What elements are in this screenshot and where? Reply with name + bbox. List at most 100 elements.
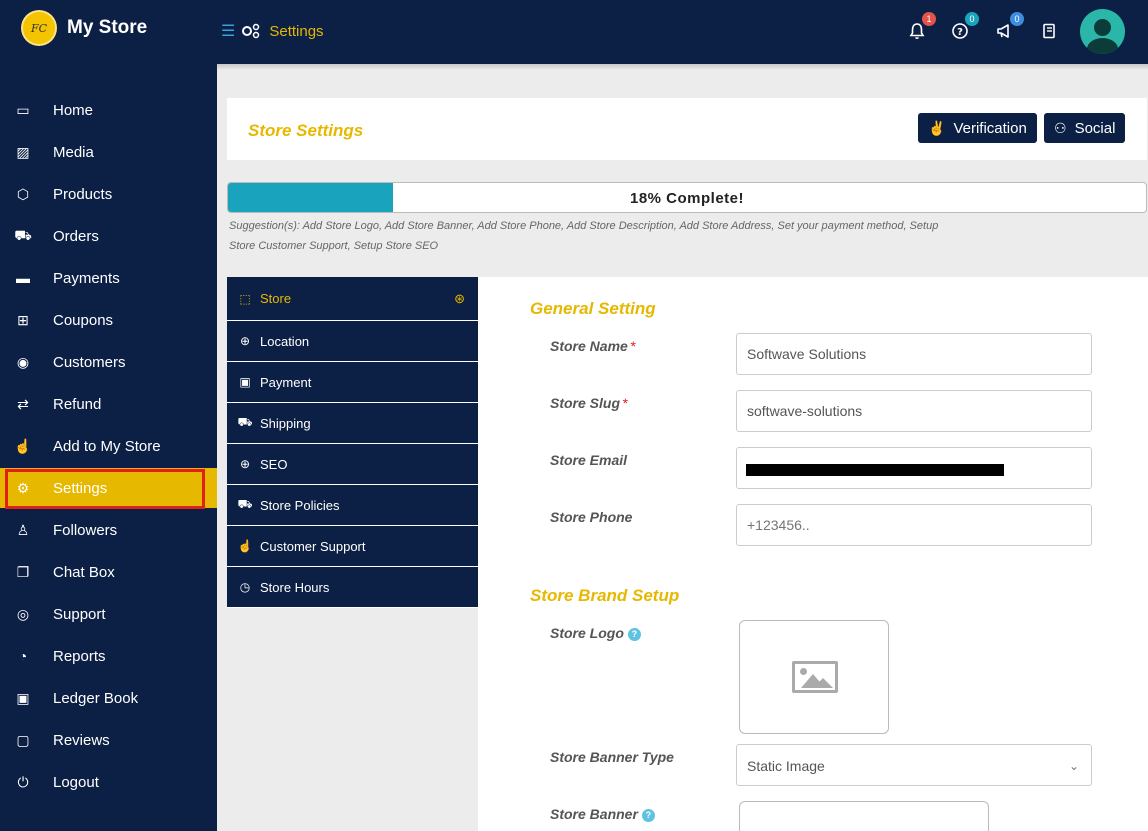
verification-label: Verification bbox=[953, 119, 1027, 137]
general-setting-title: General Setting bbox=[530, 299, 656, 318]
brand-name: My Store bbox=[67, 17, 148, 38]
sidebar-item-logout[interactable]: ⏻ Logout bbox=[0, 762, 217, 802]
info-icon[interactable]: ? bbox=[641, 808, 655, 822]
social-label: Social bbox=[1074, 119, 1116, 137]
redacted-email bbox=[746, 464, 1004, 476]
tab-label: Store bbox=[260, 291, 292, 306]
cogs-icon bbox=[242, 23, 260, 39]
shopping-bag-icon: ⬚ bbox=[239, 291, 251, 306]
tab-customer-support[interactable]: ☝ Customer Support bbox=[227, 526, 478, 567]
hamburger-icon[interactable]: ☰ bbox=[221, 21, 235, 41]
sidebar-item-label: Followers bbox=[53, 521, 118, 539]
store-banner-upload[interactable] bbox=[739, 801, 989, 831]
globe-icon: ⊕ bbox=[239, 334, 251, 348]
help-icon[interactable]: ? 0 bbox=[949, 12, 979, 42]
settings-form: General Setting Store Name* Store Slug* … bbox=[478, 277, 1148, 831]
sidebar-item-media[interactable]: ▨ Media bbox=[0, 132, 217, 172]
image-icon: ▨ bbox=[16, 143, 30, 160]
page-title: Store Settings bbox=[248, 121, 364, 140]
tab-label: Location bbox=[260, 333, 310, 349]
notebook-icon[interactable] bbox=[1038, 20, 1060, 42]
brand-setup-title: Store Brand Setup bbox=[530, 586, 680, 605]
required-mark: * bbox=[629, 338, 636, 354]
sidebar-item-settings[interactable]: ⚙ Settings bbox=[0, 468, 217, 509]
megaphone-icon[interactable]: 0 bbox=[994, 12, 1024, 42]
selection-highlight bbox=[5, 469, 205, 509]
brand[interactable]: FC My Store bbox=[21, 10, 147, 46]
child-icon: ♙ bbox=[16, 521, 30, 538]
store-phone-input[interactable] bbox=[736, 504, 1092, 546]
gift-icon: ⊞ bbox=[17, 311, 29, 328]
settings-header: Store Settings ✌ Verification ⚇ Social bbox=[227, 98, 1147, 160]
sidebar-item-followers[interactable]: ♙ Followers bbox=[0, 510, 217, 550]
active-indicator-icon: ⊛ bbox=[454, 291, 465, 306]
sidebar-item-label: Reviews bbox=[53, 731, 110, 749]
sidebar-item-refund[interactable]: ⇄ Refund bbox=[0, 384, 217, 424]
tab-shipping[interactable]: ⛟ Shipping bbox=[227, 403, 478, 444]
breadcrumb-label[interactable]: Settings bbox=[269, 23, 323, 40]
sidebar-item-orders[interactable]: ⛟ Orders bbox=[0, 216, 217, 256]
notification-badge: 1 bbox=[922, 12, 936, 26]
avatar-body bbox=[1087, 38, 1118, 54]
tab-location[interactable]: ⊕ Location bbox=[227, 321, 478, 362]
sidebar-item-customers[interactable]: ◉ Customers bbox=[0, 342, 217, 382]
store-slug-input[interactable] bbox=[736, 390, 1092, 432]
sidebar-item-label: Home bbox=[53, 101, 94, 119]
sidebar-item-label: Products bbox=[53, 185, 113, 203]
suggestions-text: Suggestion(s): Add Store Logo, Add Store… bbox=[229, 220, 939, 252]
store-name-label: Store Name * bbox=[550, 338, 635, 354]
top-bar: FC My Store ☰ Settings 1 ? 0 0 bbox=[0, 0, 1148, 64]
sidebar-item-support[interactable]: ◎ Support bbox=[0, 594, 217, 634]
users-icon: ⚇ bbox=[1054, 119, 1067, 136]
sidebar-item-reports[interactable]: ◔ Reports bbox=[0, 636, 217, 676]
laptop-icon: ▭ bbox=[16, 101, 30, 118]
tab-payment[interactable]: ▣ Payment bbox=[227, 362, 478, 403]
hand-pointer-icon: ☝ bbox=[14, 437, 32, 454]
image-mountain-small bbox=[813, 678, 833, 688]
store-name-label-text: Store Name bbox=[550, 338, 628, 354]
tab-label: SEO bbox=[260, 456, 288, 472]
store-name-input[interactable] bbox=[736, 333, 1092, 375]
store-logo-label-text: Store Logo bbox=[550, 625, 624, 641]
sidebar-item-payments[interactable]: ▬ Payments bbox=[0, 258, 217, 298]
tab-store-hours[interactable]: ◷ Store Hours bbox=[227, 567, 478, 608]
peace-hand-icon: ✌ bbox=[928, 119, 946, 136]
sidebar: ▭ Home ▨ Media ⬡ Products ⛟ Orders ▬ Payments… bbox=[0, 64, 217, 831]
completion-progress-bar: 18% Complete! bbox=[227, 182, 1147, 213]
sidebar-item-chat-box[interactable]: ❐ Chat Box bbox=[0, 552, 217, 592]
clock-icon: ◷ bbox=[239, 580, 251, 594]
store-banner-type-select[interactable]: Static Image ⌄ bbox=[736, 744, 1092, 786]
settings-tabs: ⬚ Store ⊛ ⊕ Location ▣ Payment ⛟ Shipping ⊕ SE… bbox=[227, 277, 478, 608]
sidebar-item-ledger-book[interactable]: ▣ Ledger Book bbox=[0, 678, 217, 718]
globe-icon: ⊕ bbox=[239, 457, 251, 471]
sidebar-item-reviews[interactable]: ▢ Reviews bbox=[0, 720, 217, 760]
avatar[interactable] bbox=[1080, 9, 1125, 54]
sidebar-item-label: Coupons bbox=[53, 311, 114, 329]
sidebar-item-products[interactable]: ⬡ Products bbox=[0, 174, 217, 214]
tab-label: Store Hours bbox=[260, 579, 330, 595]
store-logo-upload[interactable] bbox=[739, 620, 889, 734]
social-button[interactable]: ⚇ Social bbox=[1044, 113, 1126, 143]
store-slug-label-text: Store Slug bbox=[550, 395, 621, 411]
tab-label: Customer Support bbox=[260, 538, 366, 554]
lifebuoy-icon: ◎ bbox=[16, 605, 30, 622]
tab-seo[interactable]: ⊕ SEO bbox=[227, 444, 478, 485]
store-email-label: Store Email bbox=[550, 452, 628, 468]
info-icon[interactable]: ? bbox=[627, 627, 641, 641]
sidebar-item-add-to-my-store[interactable]: ☝ Add to My Store bbox=[0, 426, 217, 466]
store-logo: FC bbox=[21, 10, 57, 46]
svg-text:?: ? bbox=[957, 27, 963, 38]
tab-store-policies[interactable]: ⛟ Store Policies bbox=[227, 485, 478, 526]
tab-label: Shipping bbox=[260, 415, 311, 431]
sidebar-item-label: Reports bbox=[53, 647, 106, 665]
bell-icon[interactable]: 1 bbox=[906, 12, 936, 42]
header-shadow bbox=[217, 64, 1148, 70]
verification-button[interactable]: ✌ Verification bbox=[918, 113, 1037, 143]
sidebar-item-home[interactable]: ▭ Home bbox=[0, 90, 217, 130]
tab-store[interactable]: ⬚ Store ⊛ bbox=[227, 277, 478, 321]
progress-label: 18% Complete! bbox=[629, 190, 745, 207]
breadcrumb: ☰ Settings bbox=[221, 21, 324, 41]
sidebar-item-coupons[interactable]: ⊞ Coupons bbox=[0, 300, 217, 340]
chevron-down-icon: ⌄ bbox=[1068, 759, 1079, 773]
comments-icon: ❐ bbox=[16, 563, 30, 580]
